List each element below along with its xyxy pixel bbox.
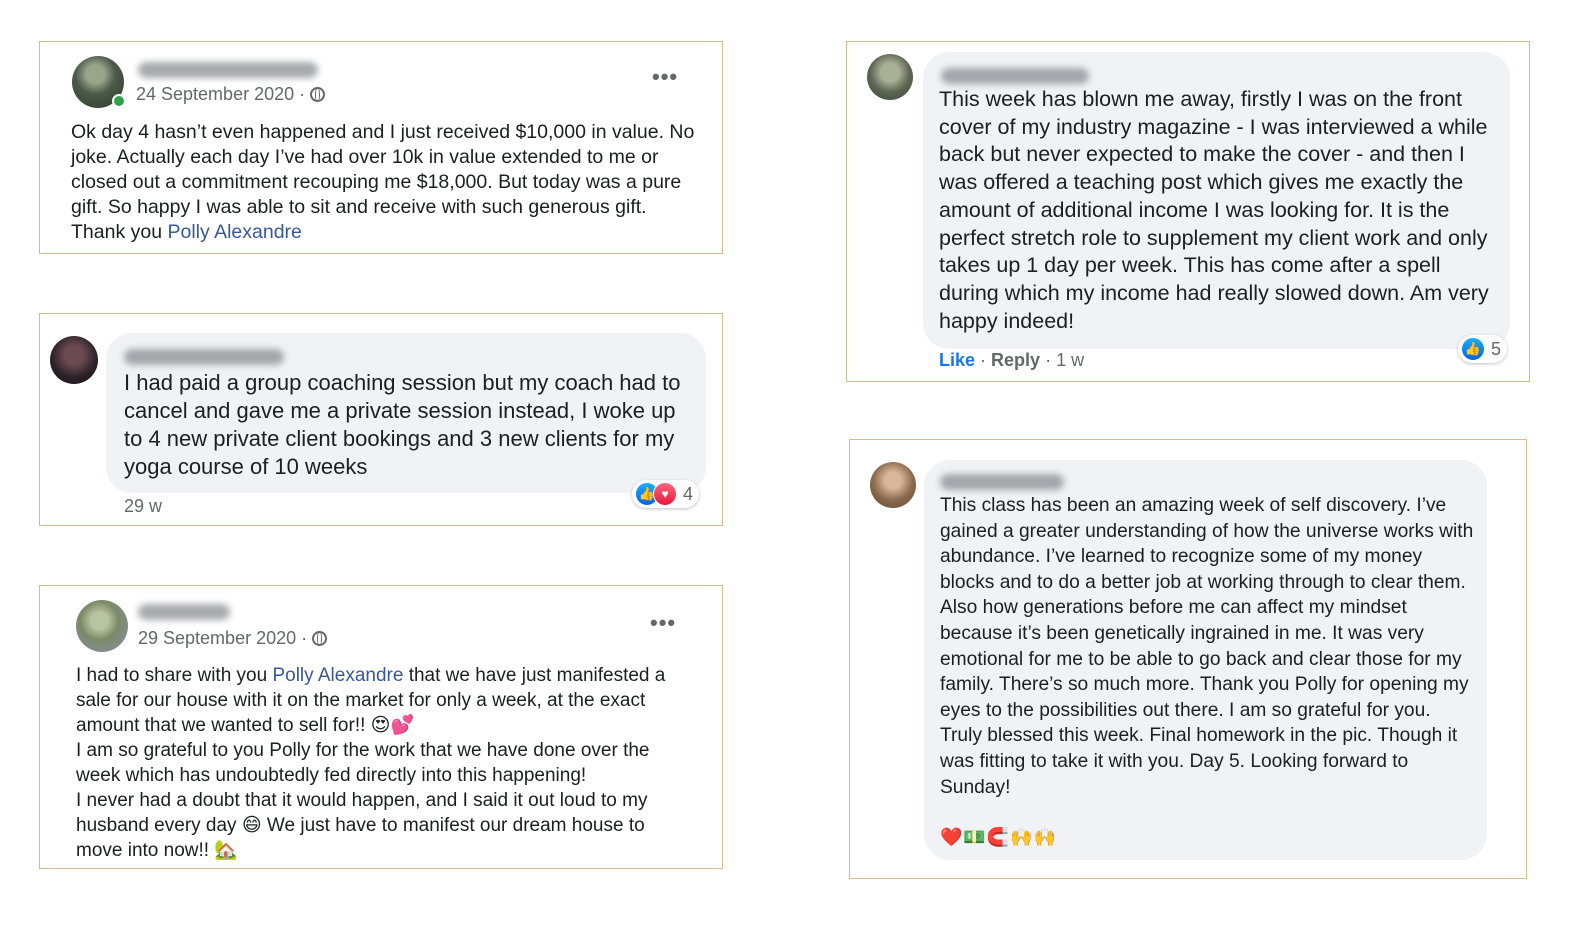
globe-icon: [312, 631, 328, 646]
post-date[interactable]: 24 September 2020 ·: [136, 84, 326, 105]
comment-card-4: This week has blown me away, firstly I w…: [846, 41, 1530, 382]
more-options-icon[interactable]: •••: [650, 610, 676, 636]
avatar[interactable]: [870, 462, 916, 508]
author-name-blurred[interactable]: [940, 474, 1064, 490]
reply-button[interactable]: Reply: [991, 350, 1040, 370]
author-name-blurred[interactable]: [138, 604, 230, 620]
comment-card-2: I had paid a group coaching session but …: [39, 313, 723, 526]
love-reaction-icon: ♥: [653, 482, 677, 506]
comment-time[interactable]: 1 w: [1056, 350, 1084, 370]
mention-link[interactable]: Polly Alexandre: [272, 665, 403, 686]
emoji-row: ❤️💵🧲🙌🙌: [940, 827, 1058, 848]
comment-time[interactable]: 29 w: [124, 496, 162, 517]
author-name-blurred[interactable]: [138, 62, 318, 78]
comment-text: I had paid a group coaching session but …: [124, 370, 681, 479]
comment-bubble: This class has been an amazing week of s…: [924, 460, 1487, 860]
comment-bubble: This week has blown me away, firstly I w…: [923, 52, 1510, 349]
comment-actions: Like · Reply · 1 w: [939, 350, 1085, 370]
more-options-icon[interactable]: •••: [652, 64, 678, 90]
online-status-dot: [112, 94, 126, 108]
reaction-summary[interactable]: 👍 ♥ 4: [632, 480, 700, 508]
heart-eyes-emoji: 😍💕: [370, 714, 415, 736]
post-text: I had to share with you Polly Alexandre …: [76, 665, 666, 861]
comment-card-5: This class has been an amazing week of s…: [849, 439, 1527, 879]
post-text: Ok day 4 hasn’t even happened and I just…: [71, 121, 695, 243]
author-name-blurred[interactable]: [124, 349, 284, 365]
avatar[interactable]: [867, 54, 913, 100]
comment-bubble: I had paid a group coaching session but …: [106, 333, 706, 493]
author-name-blurred[interactable]: [941, 68, 1089, 84]
reaction-summary[interactable]: 👍 5: [1458, 335, 1508, 363]
like-reaction-icon: 👍: [1461, 337, 1485, 361]
post-card-1: 24 September 2020 · ••• Ok day 4 hasn’t …: [39, 41, 723, 254]
post-card-3: 29 September 2020 · ••• I had to share w…: [39, 585, 723, 869]
post-date[interactable]: 29 September 2020 ·: [138, 628, 328, 649]
smile-emoji: 😄: [241, 814, 262, 836]
like-button[interactable]: Like: [939, 350, 975, 370]
avatar[interactable]: [50, 336, 98, 384]
mention-link[interactable]: Polly Alexandre: [167, 221, 301, 243]
comment-text: This week has blown me away, firstly I w…: [939, 87, 1489, 333]
avatar[interactable]: [76, 600, 128, 652]
globe-icon: [310, 87, 326, 102]
house-emoji: 🏡: [214, 839, 239, 861]
comment-text: This class has been an amazing week of s…: [940, 495, 1474, 798]
